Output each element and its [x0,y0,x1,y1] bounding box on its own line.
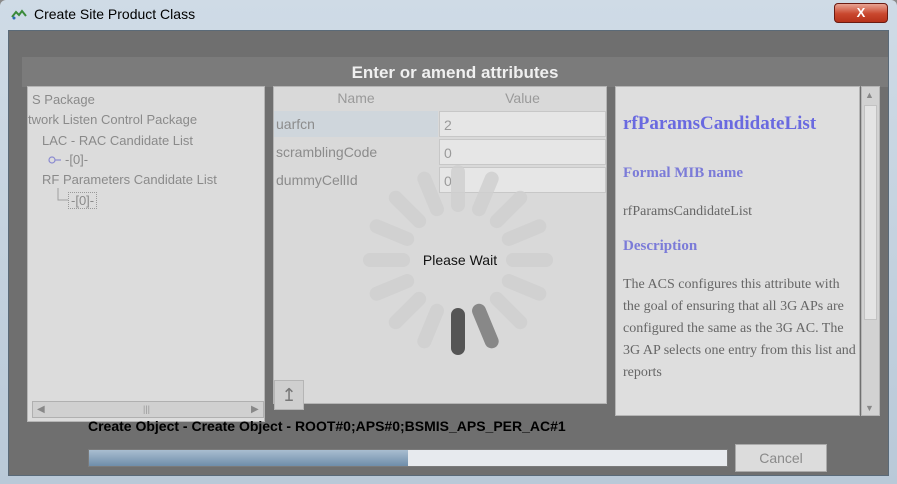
window-title: Create Site Product Class [34,6,196,22]
spinner-spoke [501,219,547,246]
move-up-button[interactable]: ↥ [274,380,304,410]
scroll-grip-icon: ||| [143,404,151,414]
spinner-spoke [388,190,427,229]
tree-item-selected[interactable]: -[0]- [68,192,98,209]
section-header: Enter or amend attributes [22,57,888,87]
tree-item[interactable]: S Package [32,92,95,107]
spinner-spoke [501,274,547,301]
please-wait-text: Please Wait [422,252,498,268]
description-heading: Description [623,238,698,254]
formal-mib-value: rfParamsCandidateList [623,204,753,219]
formal-mib-heading: Formal MIB name [623,165,743,181]
scroll-down-icon[interactable]: ▼ [865,403,874,413]
progress-bar [88,449,728,467]
cancel-button[interactable]: Cancel [735,444,827,472]
spinner-spoke [417,171,444,217]
tree-item[interactable]: RF Parameters Candidate List [42,172,217,187]
spinner-spoke [388,291,427,330]
spinner-spoke [369,274,415,301]
scroll-thumb[interactable] [864,105,877,320]
tree-horizontal-scrollbar[interactable]: ◀ ||| ▶ [32,401,264,418]
column-header-name[interactable]: Name [274,89,438,107]
table-row-name[interactable]: uarfcn [274,111,438,137]
scroll-right-icon[interactable]: ▶ [251,404,259,415]
tree-item[interactable]: -[0]- [65,152,88,167]
section-header-title: Enter or amend attributes [351,63,559,82]
spinner-spoke [489,291,528,330]
description-text: The ACS configures this attribute with t… [623,277,856,380]
attribute-tree[interactable]: S Package twork Listen Control Package L… [27,86,265,422]
progress-label: Create Object - Create Object - ROOT#0;A… [88,418,566,434]
spinner-spoke [472,171,499,217]
scroll-left-icon[interactable]: ◀ [37,404,45,415]
spinner-spoke [417,303,444,349]
spinner-spoke [489,190,528,229]
app-icon [11,9,27,20]
close-icon: X [856,5,866,20]
tree-item[interactable]: twork Listen Control Package [28,112,197,127]
spinner-spoke [369,219,415,246]
table-row-value[interactable]: 2 [439,111,606,137]
help-panel: rfParamsCandidateList Formal MIB name rf… [615,86,860,416]
node-connector-icon [48,156,61,164]
up-arrow-icon: ↥ [281,385,297,405]
title-bar: Create Site Product Class X [0,0,897,28]
dialog-window: Create Site Product Class X Enter or ame… [0,0,897,484]
column-header-value[interactable]: Value [439,89,606,107]
spinner-spoke [472,303,499,349]
scroll-up-icon[interactable]: ▲ [865,90,874,100]
close-button[interactable]: X [834,3,888,23]
help-title: rfParamsCandidateList [623,113,817,134]
tree-line-icon [57,188,68,201]
help-vertical-scrollbar[interactable]: ▲ ▼ [861,86,880,416]
progress-fill [89,450,408,466]
tree-item[interactable]: LAC - RAC Candidate List [42,133,193,148]
